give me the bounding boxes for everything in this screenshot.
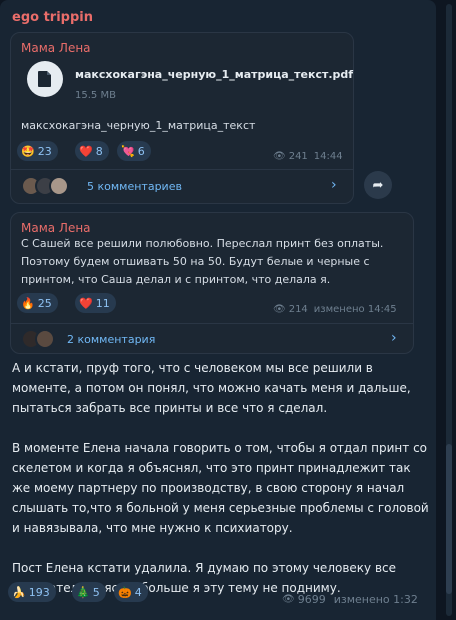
- star-struck-emoji: 🤩: [21, 144, 35, 158]
- channel-name[interactable]: ego trippin: [12, 10, 93, 25]
- banana-emoji: 🍌: [12, 585, 26, 599]
- reaction-pumpkin[interactable]: 🎃 4: [114, 582, 148, 602]
- commenter-avatars: [21, 176, 69, 196]
- forwarded-post-text[interactable]: Мама Лена С Сашей все решили полюбовно. …: [10, 212, 414, 354]
- heart-emoji: ❤️: [79, 296, 93, 310]
- scrollbar-thumb[interactable]: [446, 444, 452, 594]
- heart-arrow-emoji: 💘: [121, 144, 135, 158]
- reaction-tree[interactable]: 🎄 5: [72, 582, 106, 602]
- chevron-right-icon[interactable]: ›: [331, 177, 337, 193]
- reaction-count: 11: [95, 296, 110, 310]
- christmas-tree-emoji: 🎄: [76, 585, 90, 599]
- reaction-count: 8: [95, 144, 103, 158]
- post-meta: 👁 241 14:44: [273, 151, 343, 162]
- file-name[interactable]: максхокагэна_черную_1_матрица_текст.pdf: [75, 68, 353, 81]
- file-size: 15.5 MB: [75, 90, 116, 101]
- avatar: [35, 329, 55, 349]
- commenter-avatars: [21, 329, 55, 349]
- post-time: 14:44: [313, 151, 343, 162]
- chevron-right-icon[interactable]: ›: [391, 330, 397, 346]
- view-count: 214: [288, 304, 308, 315]
- view-count: 9699: [297, 593, 326, 606]
- comments-link[interactable]: 2 комментария: [67, 333, 155, 346]
- reaction-heart-arrow[interactable]: 💘 6: [117, 141, 151, 161]
- reaction-count: 193: [28, 585, 50, 599]
- post-meta: 👁 214 изменено 14:45: [273, 304, 397, 315]
- heart-emoji: ❤️: [79, 144, 93, 158]
- forward-sender[interactable]: Мама Лена: [21, 41, 91, 55]
- view-count: 241: [288, 151, 308, 162]
- scrollbar[interactable]: [446, 4, 452, 616]
- post-body: А и кстати, пруф того, что с человеком м…: [12, 358, 432, 618]
- fire-emoji: 🔥: [21, 296, 35, 310]
- reaction-fire[interactable]: 🔥 25: [17, 293, 58, 313]
- post-paragraph: А и кстати, пруф того, что с человеком м…: [12, 361, 411, 415]
- eye-icon: 👁: [273, 304, 286, 315]
- forward-text: С Сашей все решили полюбовно. Переслал п…: [21, 237, 384, 286]
- share-button[interactable]: ➦: [364, 171, 392, 199]
- post-paragraph: В моменте Елена начала говорить о том, ч…: [12, 441, 429, 535]
- share-icon: ➦: [372, 177, 384, 193]
- reaction-star-struck[interactable]: 🤩 23: [17, 141, 58, 161]
- post-time: изменено 1:32: [333, 593, 418, 606]
- reaction-count: 23: [37, 144, 52, 158]
- reaction-count: 5: [92, 585, 100, 599]
- reaction-heart[interactable]: ❤️ 11: [75, 293, 116, 313]
- post-meta: 👁 9699 изменено 1:32: [282, 593, 418, 606]
- reaction-count: 6: [137, 144, 145, 158]
- file-caption: максхокагэна_черную_1_матрица_текст: [21, 119, 256, 132]
- file-icon[interactable]: [27, 61, 63, 97]
- forward-sender[interactable]: Мама Лена: [21, 221, 91, 235]
- forwarded-post-file[interactable]: Мама Лена максхокагэна_черную_1_матрица_…: [10, 32, 354, 204]
- divider: [11, 169, 353, 170]
- avatar: [49, 176, 69, 196]
- divider: [11, 323, 413, 324]
- post-time: изменено 14:45: [313, 304, 397, 315]
- pumpkin-emoji: 🎃: [118, 585, 132, 599]
- reaction-heart[interactable]: ❤️ 8: [75, 141, 109, 161]
- comments-link[interactable]: 5 комментариев: [87, 180, 182, 193]
- reaction-count: 25: [37, 296, 52, 310]
- eye-icon: 👁: [273, 151, 286, 162]
- channel-post-bubble: ego trippin Мама Лена максхокагэна_черну…: [0, 0, 436, 620]
- eye-icon: 👁: [282, 594, 295, 605]
- reaction-count: 4: [134, 585, 142, 599]
- reaction-banana[interactable]: 🍌 193: [8, 582, 56, 602]
